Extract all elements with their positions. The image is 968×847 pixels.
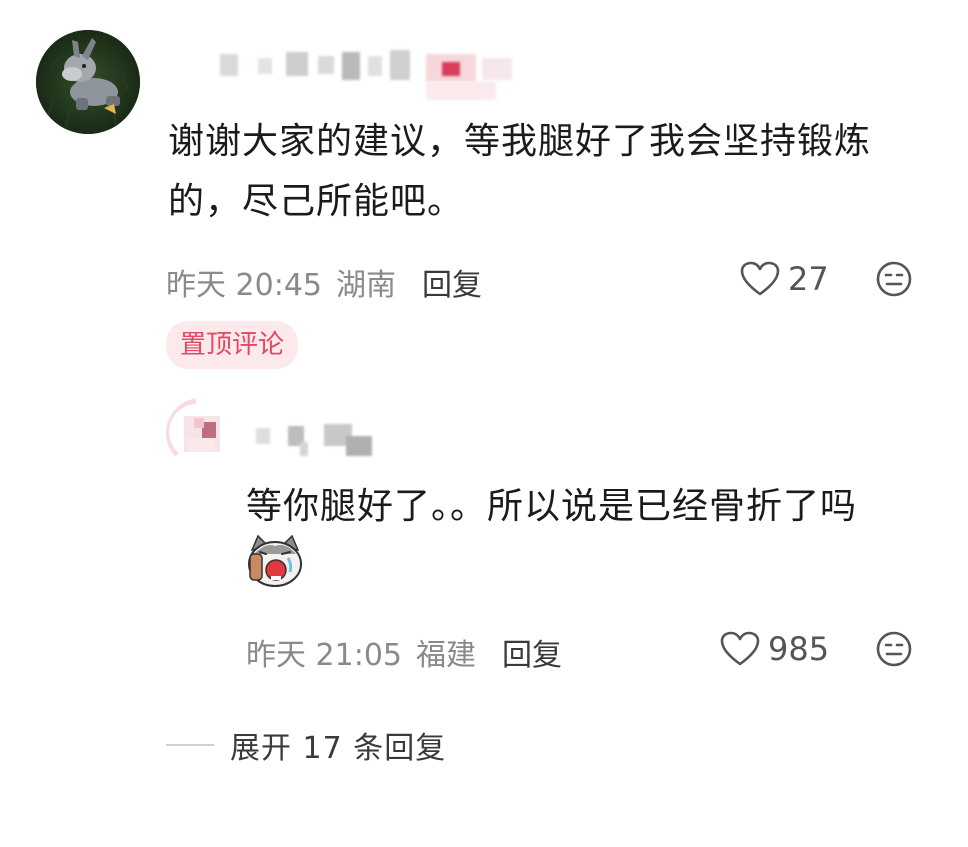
comment-like-count: 27 bbox=[788, 260, 829, 298]
pinned-comment-badge: 置顶评论 bbox=[166, 321, 299, 369]
expand-replies-button[interactable]: 展开 17 条回复 bbox=[166, 722, 446, 768]
reply-time: 昨天 21:05 bbox=[246, 638, 402, 673]
comment-like-button[interactable]: 27 bbox=[740, 256, 829, 302]
reply-meta: 昨天 21:05 福建 回复 bbox=[246, 630, 562, 674]
donkey-plush-image bbox=[36, 30, 140, 134]
blurred-avatar-image bbox=[166, 398, 236, 468]
reply-like-button[interactable]: 985 bbox=[720, 626, 829, 672]
comment-body: 谢谢大家的建议，等我腿好了我会坚持锻炼的，尽己所能吧。 bbox=[168, 121, 872, 222]
comment-time: 昨天 20:45 bbox=[166, 268, 322, 303]
comment-author-avatar[interactable] bbox=[36, 30, 140, 134]
reply-body: 等你腿好了。。所以说是已经骨折了吗 bbox=[246, 486, 858, 527]
crying-cat-sticker-icon bbox=[248, 534, 302, 587]
reply-region: 福建 bbox=[416, 638, 476, 673]
expand-replies-label: 展开 17 条回复 bbox=[230, 731, 447, 766]
meh-face-icon[interactable] bbox=[876, 261, 912, 297]
reply-author-name-redacted bbox=[250, 420, 390, 460]
comment-region: 湖南 bbox=[336, 268, 396, 303]
reply-like-count: 985 bbox=[768, 630, 830, 668]
reply-reply-button[interactable]: 回复 bbox=[502, 630, 562, 674]
expand-divider bbox=[166, 744, 214, 746]
heart-outline-icon bbox=[720, 631, 760, 666]
reply-author-avatar[interactable] bbox=[166, 398, 236, 468]
heart-outline-icon bbox=[740, 261, 780, 296]
comment-author-name-redacted bbox=[168, 48, 528, 100]
comment-meta: 昨天 20:45 湖南 回复 bbox=[166, 260, 482, 304]
meh-face-icon[interactable] bbox=[876, 631, 912, 667]
comment-reply-button[interactable]: 回复 bbox=[422, 260, 482, 304]
